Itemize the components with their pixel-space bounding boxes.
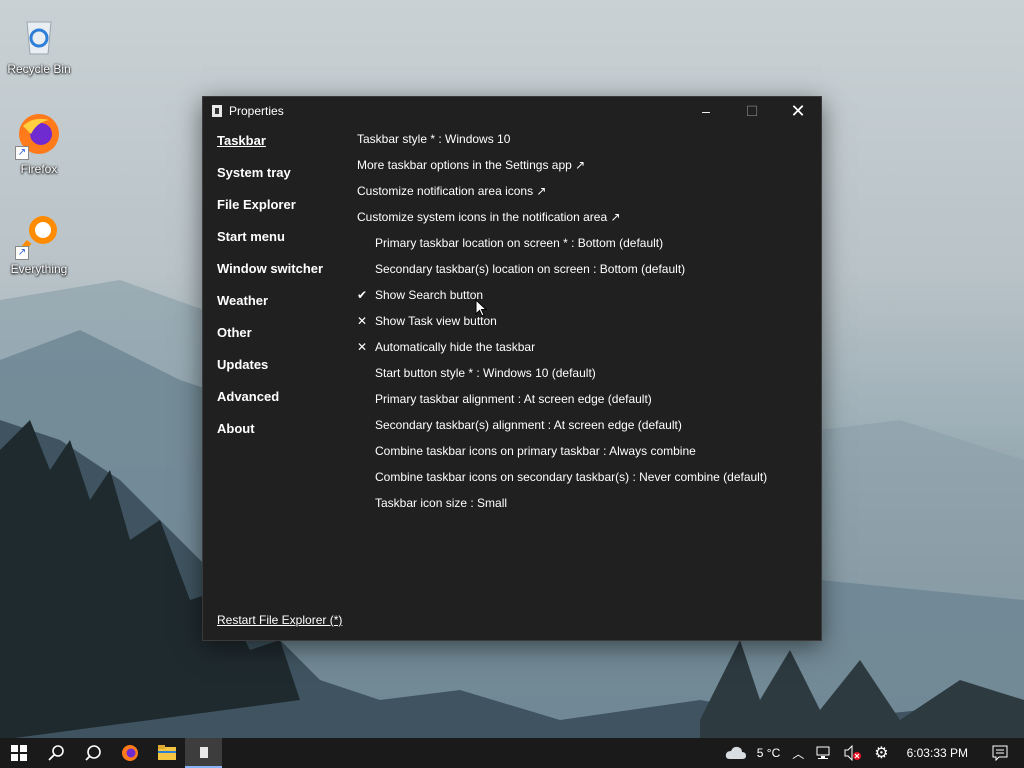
file-explorer-icon	[157, 745, 176, 760]
option-primary-alignment[interactable]: Primary taskbar alignment : At screen ed…	[357, 391, 811, 417]
cross-icon: ✕	[357, 314, 368, 328]
shortcut-arrow-icon: ↗	[15, 246, 29, 260]
taskbar: 5 °C ︿ ⚙ 6:03:33 PM	[0, 738, 1024, 768]
firefox-icon	[121, 745, 138, 761]
option-combine-secondary[interactable]: Combine taskbar icons on secondary taskb…	[357, 469, 811, 495]
options-list: Taskbar style * : Windows 10 More taskba…	[357, 131, 811, 521]
restart-file-explorer-link[interactable]: Restart File Explorer (*)	[217, 613, 342, 627]
window-title: Properties	[229, 104, 284, 118]
gear-icon[interactable]: ⚙	[874, 743, 888, 763]
sidebar-item-window-switcher[interactable]: Window switcher	[217, 261, 347, 293]
option-start-button-style[interactable]: Start button style * : Windows 10 (defau…	[357, 365, 811, 391]
option-show-search-button[interactable]: ✔ Show Search button	[357, 287, 811, 313]
search-icon	[84, 745, 101, 761]
title-bar[interactable]: Properties – ☐ ✕	[203, 97, 821, 125]
link-settings-app[interactable]: More taskbar options in the Settings app…	[357, 157, 811, 183]
maximize-button[interactable]: ☐	[729, 97, 775, 125]
cloud-icon	[725, 746, 746, 759]
cross-icon: ✕	[357, 340, 368, 354]
option-icon-size[interactable]: Taskbar icon size : Small	[357, 495, 811, 521]
properties-window: Properties – ☐ ✕ Taskbar System tray Fil…	[202, 96, 822, 641]
option-secondary-alignment[interactable]: Secondary taskbar(s) alignment : At scre…	[357, 417, 811, 443]
properties-app-icon	[199, 746, 208, 758]
weather-temperature: 5 °C	[756, 746, 781, 760]
option-primary-location[interactable]: Primary taskbar location on screen * : B…	[357, 235, 811, 261]
sidebar-item-about[interactable]: About	[217, 421, 347, 453]
chevron-up-icon[interactable]: ︿	[792, 745, 804, 762]
volume-muted-icon[interactable]	[844, 745, 862, 761]
notification-center-icon[interactable]	[992, 745, 1008, 761]
option-auto-hide-taskbar[interactable]: ✕ Automatically hide the taskbar	[357, 339, 811, 365]
close-button[interactable]: ✕	[775, 97, 821, 125]
sidebar-item-other[interactable]: Other	[217, 325, 347, 357]
search-button[interactable]	[37, 738, 74, 768]
search-button-secondary[interactable]	[74, 738, 111, 768]
link-system-icons[interactable]: Customize system icons in the notificati…	[357, 209, 811, 235]
desktop-icon-label: Recycle Bin	[7, 62, 71, 76]
desktop-icon-recycle-bin[interactable]: Recycle Bin	[1, 12, 77, 76]
start-button[interactable]	[0, 738, 37, 768]
firefox-icon: ↗	[15, 112, 63, 160]
clock[interactable]: 6:03:33 PM	[907, 746, 968, 760]
option-taskbar-style[interactable]: Taskbar style * : Windows 10	[357, 131, 811, 157]
sidebar-item-file-explorer[interactable]: File Explorer	[217, 197, 347, 229]
desktop-icon-label: Everything	[10, 262, 68, 276]
desktop-icon-everything[interactable]: ↗ Everything	[1, 212, 77, 276]
sidebar-item-taskbar[interactable]: Taskbar	[217, 133, 347, 165]
properties-app-icon	[212, 105, 222, 117]
sidebar-item-weather[interactable]: Weather	[217, 293, 347, 325]
sidebar-item-updates[interactable]: Updates	[217, 357, 347, 389]
option-combine-primary[interactable]: Combine taskbar icons on primary taskbar…	[357, 443, 811, 469]
minimize-button[interactable]: –	[683, 97, 729, 125]
recycle-bin-icon	[15, 12, 63, 60]
taskbar-file-explorer[interactable]	[148, 738, 185, 768]
shortcut-arrow-icon: ↗	[15, 146, 29, 160]
option-secondary-location[interactable]: Secondary taskbar(s) location on screen …	[357, 261, 811, 287]
network-icon[interactable]	[816, 746, 832, 760]
everything-search-icon: ↗	[15, 212, 63, 260]
desktop-icon-label: Firefox	[20, 162, 58, 176]
option-label: Automatically hide the taskbar	[375, 340, 536, 354]
taskbar-properties-app[interactable]	[185, 738, 222, 768]
weather-widget[interactable]: 5 °C	[725, 746, 780, 760]
sidebar-item-start-menu[interactable]: Start menu	[217, 229, 347, 261]
sidebar-nav: Taskbar System tray File Explorer Start …	[217, 133, 347, 453]
taskbar-firefox[interactable]	[111, 738, 148, 768]
link-notification-area-icons[interactable]: Customize notification area icons ↗	[357, 183, 811, 209]
option-label: Show Search button	[375, 288, 484, 302]
checkmark-icon: ✔	[357, 288, 368, 302]
windows-start-icon	[10, 745, 27, 761]
sidebar-item-system-tray[interactable]: System tray	[217, 165, 347, 197]
sidebar-item-advanced[interactable]: Advanced	[217, 389, 347, 421]
mouse-cursor-icon	[475, 299, 487, 317]
system-tray: 5 °C ︿ ⚙ 6:03:33 PM	[719, 738, 1024, 768]
option-show-task-view-button[interactable]: ✕ Show Task view button	[357, 313, 811, 339]
desktop-icon-firefox[interactable]: ↗ Firefox	[1, 112, 77, 176]
search-icon	[47, 745, 64, 761]
